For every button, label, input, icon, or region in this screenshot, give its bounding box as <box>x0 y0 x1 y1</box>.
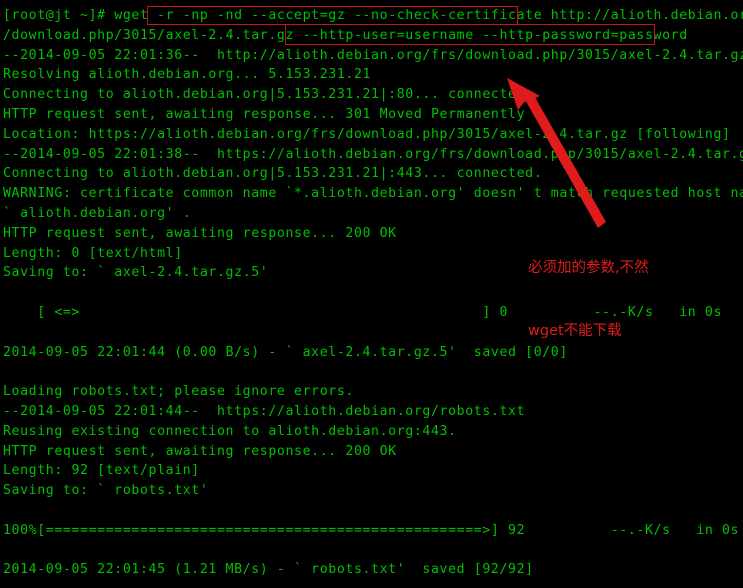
terminal-line: Connecting to alioth.debian.org|5.153.23… <box>3 87 534 103</box>
terminal-line: HTTP request sent, awaiting response... … <box>3 225 397 241</box>
terminal-line: Reusing existing connection to alioth.de… <box>3 423 457 439</box>
terminal-line: /download.php/3015/axel-2.4.tar.gz --htt… <box>3 27 688 43</box>
terminal-line: Saving to: ` axel-2.4.tar.gz.5' <box>3 265 269 281</box>
terminal-line: [ <=> ] 0 --.-K/s in 0s <box>3 304 723 320</box>
terminal-line: 100%[===================================… <box>3 522 740 538</box>
terminal-line: --2014-09-05 22:01:44-- https://alioth.d… <box>3 403 526 419</box>
terminal-line: --2014-09-05 22:01:38-- https://alioth.d… <box>3 146 743 162</box>
terminal-window[interactable]: [root@jt ~]# wget -r -np -nd --accept=gz… <box>0 0 743 588</box>
terminal-line: Loading robots.txt; please ignore errors… <box>3 384 354 400</box>
terminal-line: Saving to: ` robots.txt' <box>3 483 209 499</box>
terminal-line: Connecting to alioth.debian.org|5.153.23… <box>3 166 543 182</box>
terminal-line: Length: 92 [text/plain] <box>3 463 200 479</box>
terminal-line: HTTP request sent, awaiting response... … <box>3 106 526 122</box>
terminal-line: --2014-09-05 22:01:36-- http://alioth.de… <box>3 47 743 63</box>
terminal-line: 2014-09-05 22:01:45 (1.21 MB/s) - ` robo… <box>3 562 534 578</box>
terminal-line: [root@jt ~]# wget -r -np -nd --accept=gz… <box>3 8 743 23</box>
terminal-line: Resolving alioth.debian.org... 5.153.231… <box>3 67 372 83</box>
terminal-line: WARNING: certificate common name `*.alio… <box>3 186 743 202</box>
terminal-line: HTTP request sent, awaiting response... … <box>3 443 397 459</box>
terminal-line: 2014-09-05 22:01:44 (0.00 B/s) - ` axel-… <box>3 344 568 360</box>
terminal-output: [root@jt ~]# wget -r -np -nd --accept=gz… <box>0 0 743 588</box>
terminal-line: Length: 0 [text/html] <box>3 245 183 261</box>
terminal-line: Location: https://alioth.debian.org/frs/… <box>3 126 731 142</box>
terminal-line: ` alioth.debian.org' . <box>3 205 192 221</box>
